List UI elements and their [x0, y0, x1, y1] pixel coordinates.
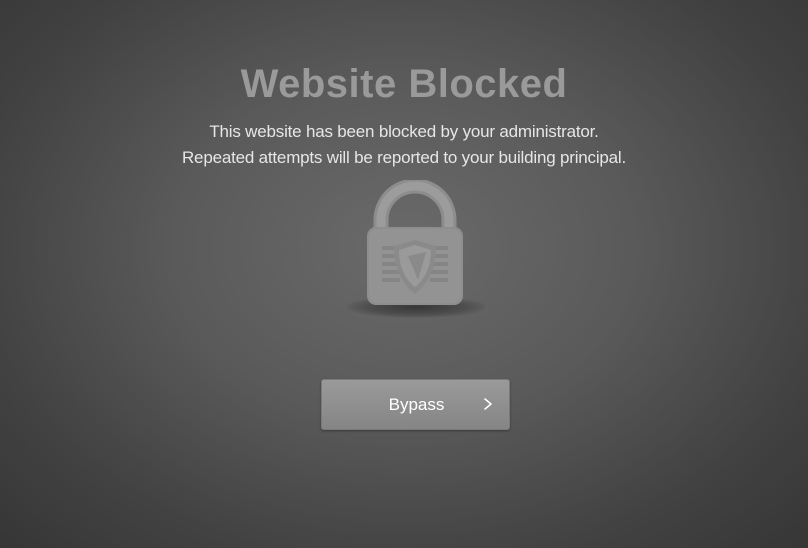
blocked-message-line-2: Repeated attempts will be reported to yo…	[181, 148, 627, 167]
blocked-page: Website Blocked This website has been bl…	[0, 0, 808, 548]
padlock-graphic	[367, 180, 463, 305]
page-title: Website Blocked	[240, 62, 568, 106]
bypass-button[interactable]: Bypass	[321, 379, 510, 430]
chevron-right-icon	[484, 398, 492, 410]
blocked-message-line-1: This website has been blocked by your ad…	[209, 122, 599, 141]
padlock-icon	[338, 180, 492, 330]
